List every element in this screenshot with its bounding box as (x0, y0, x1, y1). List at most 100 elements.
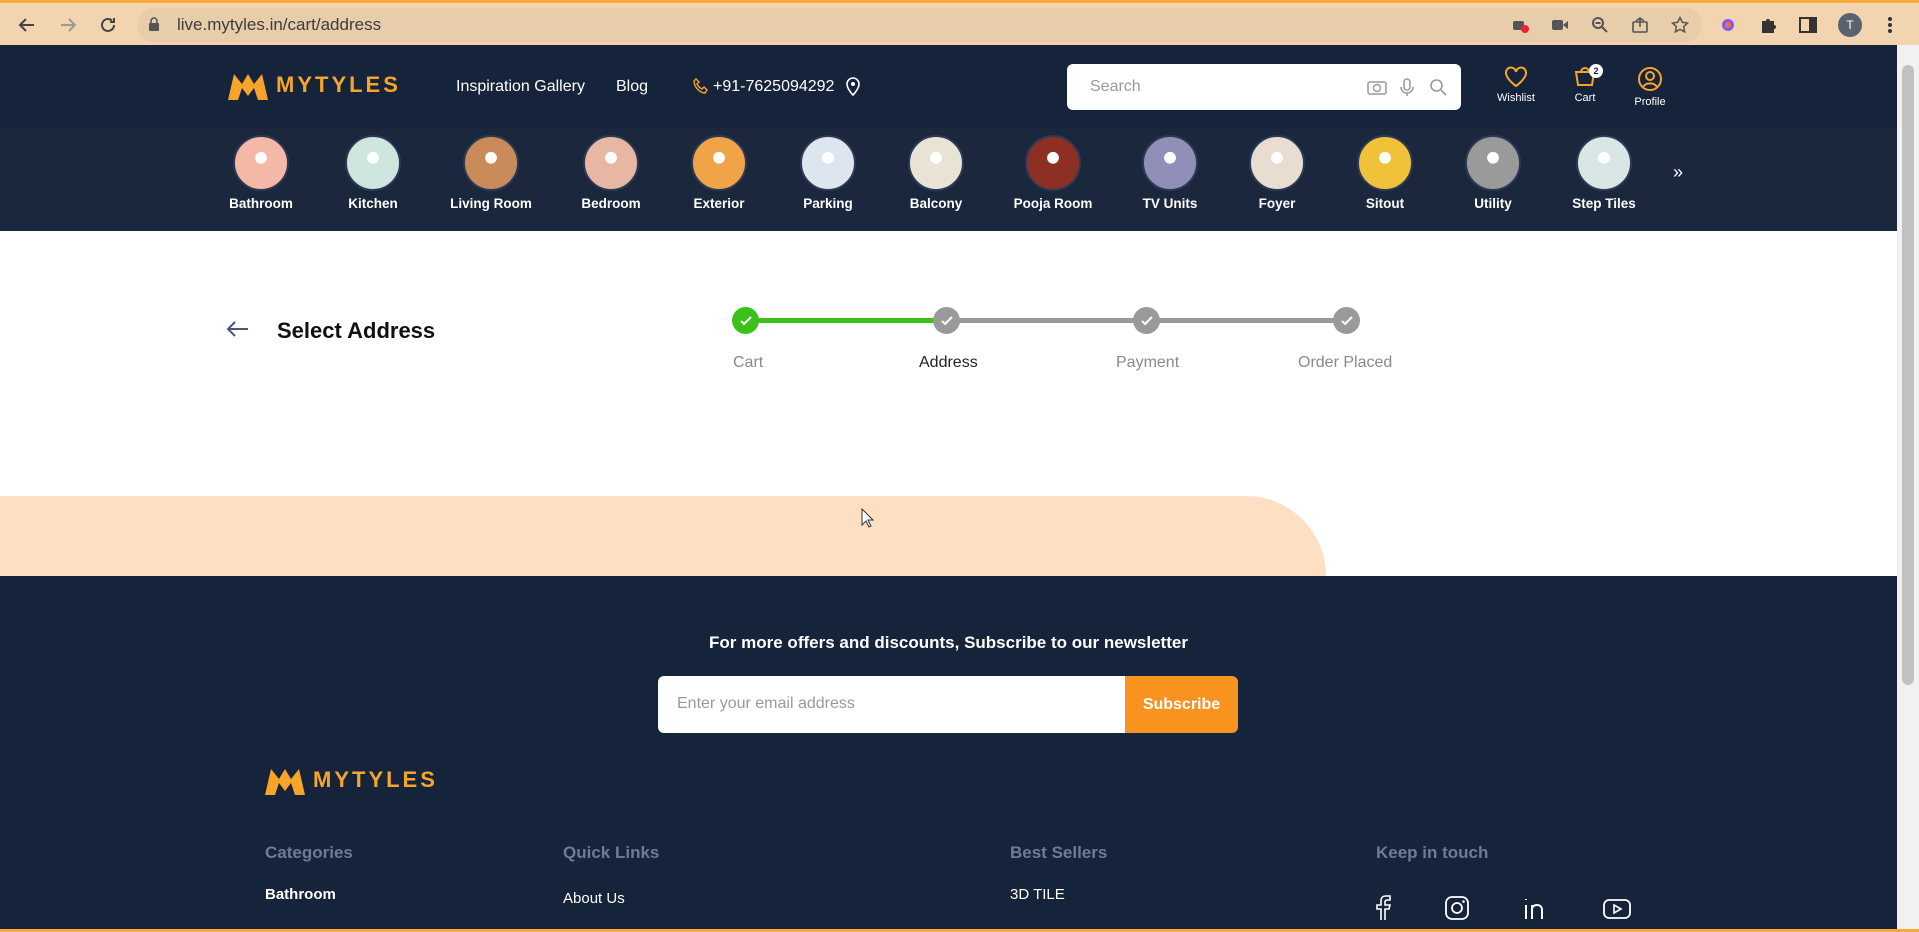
footer-heading-best-sellers: Best Sellers (1010, 843, 1108, 862)
logo-mark-icon (228, 74, 268, 100)
cart-button[interactable]: 2 Cart (1555, 64, 1615, 104)
category-pooja-room[interactable]: Pooja Room (998, 135, 1108, 211)
phone-icon (693, 78, 709, 99)
category-living-room[interactable]: Living Room (436, 135, 546, 211)
category-balcony[interactable]: Balcony (881, 135, 991, 211)
search-box[interactable]: Search (1067, 64, 1461, 110)
category-thumbnail (691, 135, 747, 191)
site-logo[interactable]: MYTYLES (228, 70, 401, 100)
zoom-icon[interactable] (1588, 13, 1612, 37)
mouse-cursor-icon (861, 507, 875, 533)
search-icon[interactable] (1429, 78, 1447, 101)
email-placeholder: Enter your email address (677, 695, 855, 712)
category-bathroom[interactable]: Bathroom (206, 135, 316, 211)
cart-label: Cart (1574, 92, 1596, 104)
category-label: Kitchen (348, 196, 398, 211)
category-bedroom[interactable]: Bedroom (556, 135, 666, 211)
category-exterior[interactable]: Exterior (664, 135, 774, 211)
profile-initial: T (1838, 13, 1862, 37)
newsletter-email-input[interactable]: Enter your email address (658, 676, 1126, 733)
progress-line-done (746, 318, 946, 323)
category-thumbnail (1142, 135, 1198, 191)
youtube-icon[interactable] (1602, 898, 1632, 925)
share-icon[interactable] (1628, 13, 1652, 37)
location-pin-icon[interactable] (845, 76, 861, 101)
profile-button[interactable]: Profile (1620, 66, 1680, 108)
back-arrow-icon[interactable] (224, 318, 252, 345)
footer-link-about-us[interactable]: About Us (563, 890, 625, 907)
category-thumbnail (463, 135, 519, 191)
nav-blog[interactable]: Blog (616, 78, 648, 96)
decorative-band (0, 496, 1326, 576)
side-panel-icon[interactable] (1796, 13, 1820, 37)
camera-search-icon[interactable] (1367, 79, 1387, 100)
footer-link-bathroom[interactable]: Bathroom (265, 886, 336, 903)
category-kitchen[interactable]: Kitchen (318, 135, 428, 211)
subscribe-button[interactable]: Subscribe (1125, 676, 1238, 733)
reload-icon[interactable] (94, 11, 122, 39)
wishlist-label: Wishlist (1497, 92, 1535, 104)
lock-icon[interactable] (148, 17, 160, 36)
category-thumbnail (908, 135, 964, 191)
category-label: Bedroom (581, 196, 641, 211)
profile-avatar[interactable]: T (1838, 13, 1862, 37)
category-utility[interactable]: Utility (1438, 135, 1548, 211)
camera-blocked-icon[interactable] (1508, 13, 1532, 37)
category-thumbnail (1465, 135, 1521, 191)
category-label: Foyer (1258, 196, 1296, 211)
footer-logo[interactable]: MYTYLES (265, 765, 438, 795)
page-scrollbar[interactable] (1897, 45, 1919, 932)
bookmark-star-icon[interactable] (1668, 13, 1692, 37)
step-address-dot (933, 307, 960, 334)
mic-icon[interactable] (1400, 78, 1414, 101)
category-parking[interactable]: Parking (773, 135, 883, 211)
check-icon (1340, 315, 1353, 325)
linkedin-icon[interactable] (1523, 895, 1549, 926)
nav-inspiration-gallery[interactable]: Inspiration Gallery (456, 78, 585, 96)
logo-wordmark: MYTYLES (313, 767, 438, 792)
category-thumbnail (800, 135, 856, 191)
instagram-icon[interactable] (1444, 895, 1470, 926)
logo-mark-icon (265, 769, 305, 795)
scrollbar-thumb[interactable] (1902, 65, 1914, 685)
extension-colorful-icon[interactable] (1716, 13, 1740, 37)
category-label: Pooja Room (1013, 196, 1093, 211)
newsletter-heading: For more offers and discounts, Subscribe… (709, 633, 1188, 652)
check-icon (940, 315, 953, 325)
category-sitout[interactable]: Sitout (1330, 135, 1440, 211)
category-thumbnail (1025, 135, 1081, 191)
footer-heading-keep-in-touch: Keep in touch (1376, 843, 1489, 862)
check-icon (739, 315, 752, 325)
category-thumbnail (1576, 135, 1632, 191)
step-payment-dot (1133, 307, 1160, 334)
footer-heading-categories: Categories (265, 843, 353, 862)
category-thumbnail (583, 135, 639, 191)
category-label: Sitout (1365, 196, 1405, 211)
category-thumbnail (1357, 135, 1413, 191)
browser-toolbar: live.mytyles.in/cart/address T (0, 0, 1919, 45)
facebook-icon[interactable] (1374, 895, 1392, 926)
extensions-puzzle-icon[interactable] (1756, 13, 1780, 37)
category-label: Bathroom (229, 196, 293, 211)
kebab-menu-icon[interactable] (1878, 13, 1902, 37)
footer-link-3d-tile[interactable]: 3D TILE (1010, 886, 1065, 903)
footer-heading-quick-links: Quick Links (563, 843, 660, 862)
phone-number[interactable]: +91-7625094292 (713, 78, 834, 96)
category-tv-units[interactable]: TV Units (1115, 135, 1225, 211)
step-label-payment: Payment (1116, 354, 1180, 371)
url-text[interactable]: live.mytyles.in/cart/address (177, 15, 381, 35)
category-step-tiles[interactable]: Step Tiles (1549, 135, 1659, 211)
step-label-cart: Cart (733, 354, 764, 371)
category-label: Step Tiles (1572, 196, 1636, 211)
category-label: TV Units (1142, 196, 1198, 211)
more-categories-icon[interactable]: » (1673, 162, 1683, 183)
video-icon[interactable] (1548, 13, 1572, 37)
wishlist-button[interactable]: Wishlist (1486, 66, 1546, 104)
category-label: Living Room (450, 196, 532, 211)
cart-count-badge: 2 (1589, 64, 1603, 78)
site-footer (0, 576, 1897, 932)
back-icon[interactable] (13, 11, 41, 39)
category-thumbnail (233, 135, 289, 191)
category-foyer[interactable]: Foyer (1222, 135, 1332, 211)
forward-icon[interactable] (54, 11, 82, 39)
